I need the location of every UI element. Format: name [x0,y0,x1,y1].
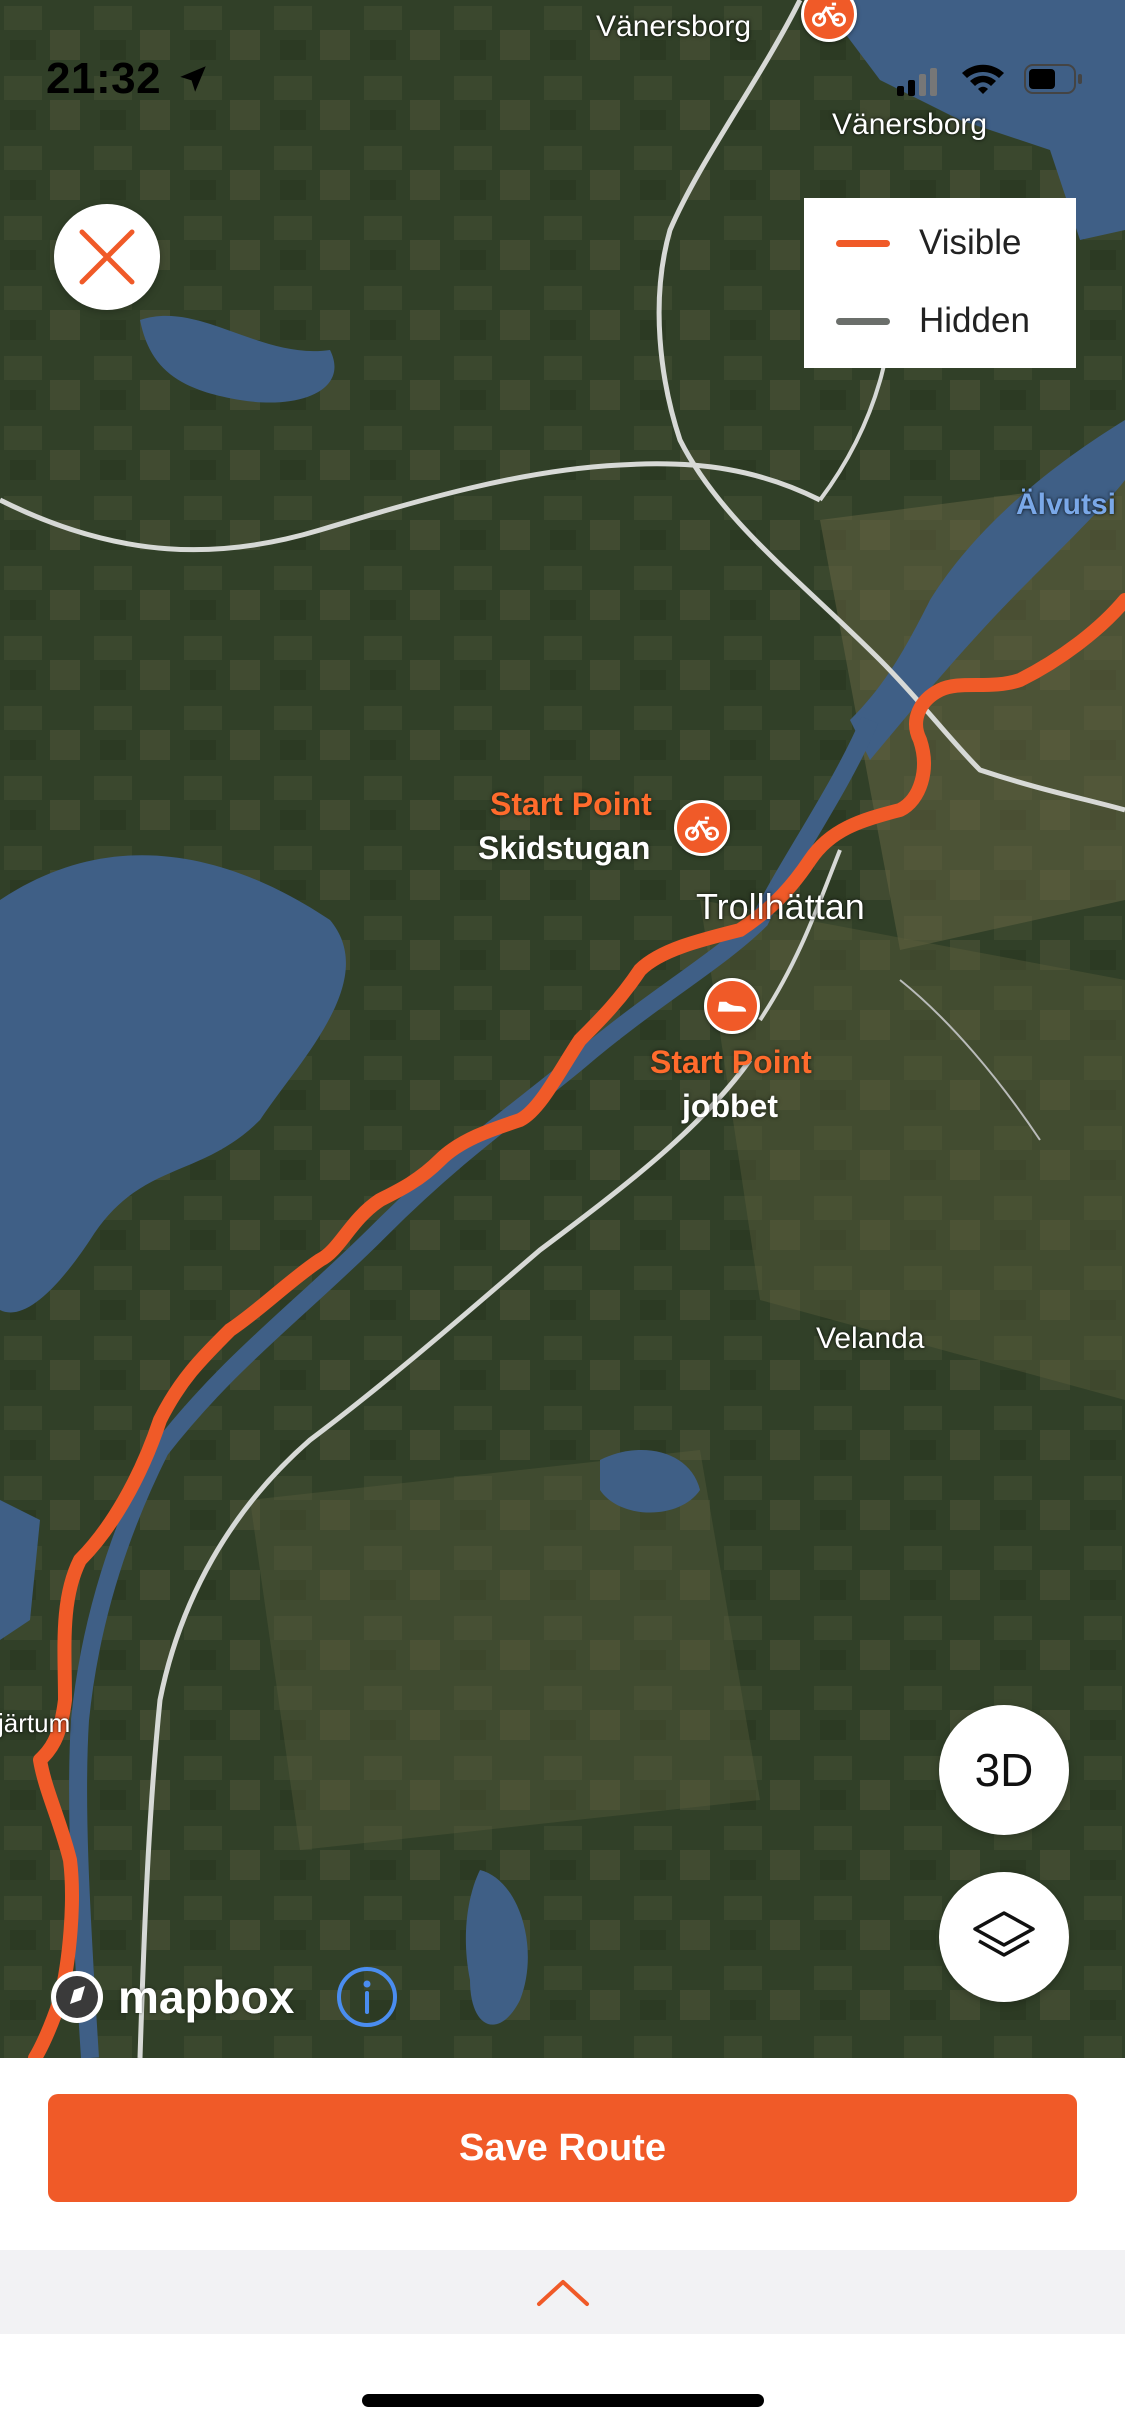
legend-visible: Visible [836,223,1021,263]
battery-icon [1024,64,1082,94]
mapbox-wordmark: mapbox [118,1971,295,2023]
bike-icon [812,2,846,27]
place-label-vanersborg-top: Vänersborg [596,10,752,43]
location-arrow-icon [180,66,206,92]
home-indicator[interactable] [362,2394,764,2407]
layers-icon [973,1911,1035,1957]
close-icon [79,229,135,285]
mapbox-compass-icon [51,1971,103,2023]
map-layers-button[interactable] [939,1872,1069,2002]
mapbox-logo[interactable]: mapbox [48,1968,294,2026]
close-button[interactable] [54,204,160,310]
shoe-icon [717,1001,747,1012]
legend-hidden-label: Hidden [919,301,1030,340]
place-label-alvutsi: Älvutsi [1016,488,1117,521]
3d-toggle-button[interactable]: 3D [939,1705,1069,1835]
info-icon[interactable] [336,1966,398,2028]
visible-swatch [836,239,890,247]
chevron-up-icon [536,2280,589,2306]
legend-visible-label: Visible [919,223,1022,262]
poi-jobbet-name: jobbet [682,1088,778,1124]
place-label-jartum: järtum [0,1708,71,1738]
route-visibility-legend: Visible Hidden [804,198,1076,368]
hidden-swatch [836,317,890,325]
poi-skidstugan-marker[interactable] [674,800,730,856]
legend-hidden: Hidden [836,301,1030,341]
poi-skidstugan-name: Skidstugan [478,830,651,866]
wifi-icon [962,64,1004,94]
save-route-button[interactable]: Save Route [48,2094,1077,2202]
bike-icon [685,816,719,841]
map-view[interactable]: 21:32 Visible Hidden Vänersborg Vänersbo… [0,0,1125,2058]
poi-jobbet-marker[interactable] [704,978,760,1034]
place-label-velanda: Velanda [816,1322,925,1355]
place-label-trollhattan: Trollhättan [696,886,865,927]
place-label-vanersborg: Vänersborg [832,108,988,141]
status-time: 21:32 [46,54,162,103]
poi-skidstugan-title: Start Point [490,786,652,822]
cellular-signal-icon [897,68,937,96]
expand-drawer-handle[interactable] [0,2250,1125,2334]
poi-jobbet-title: Start Point [650,1044,812,1080]
